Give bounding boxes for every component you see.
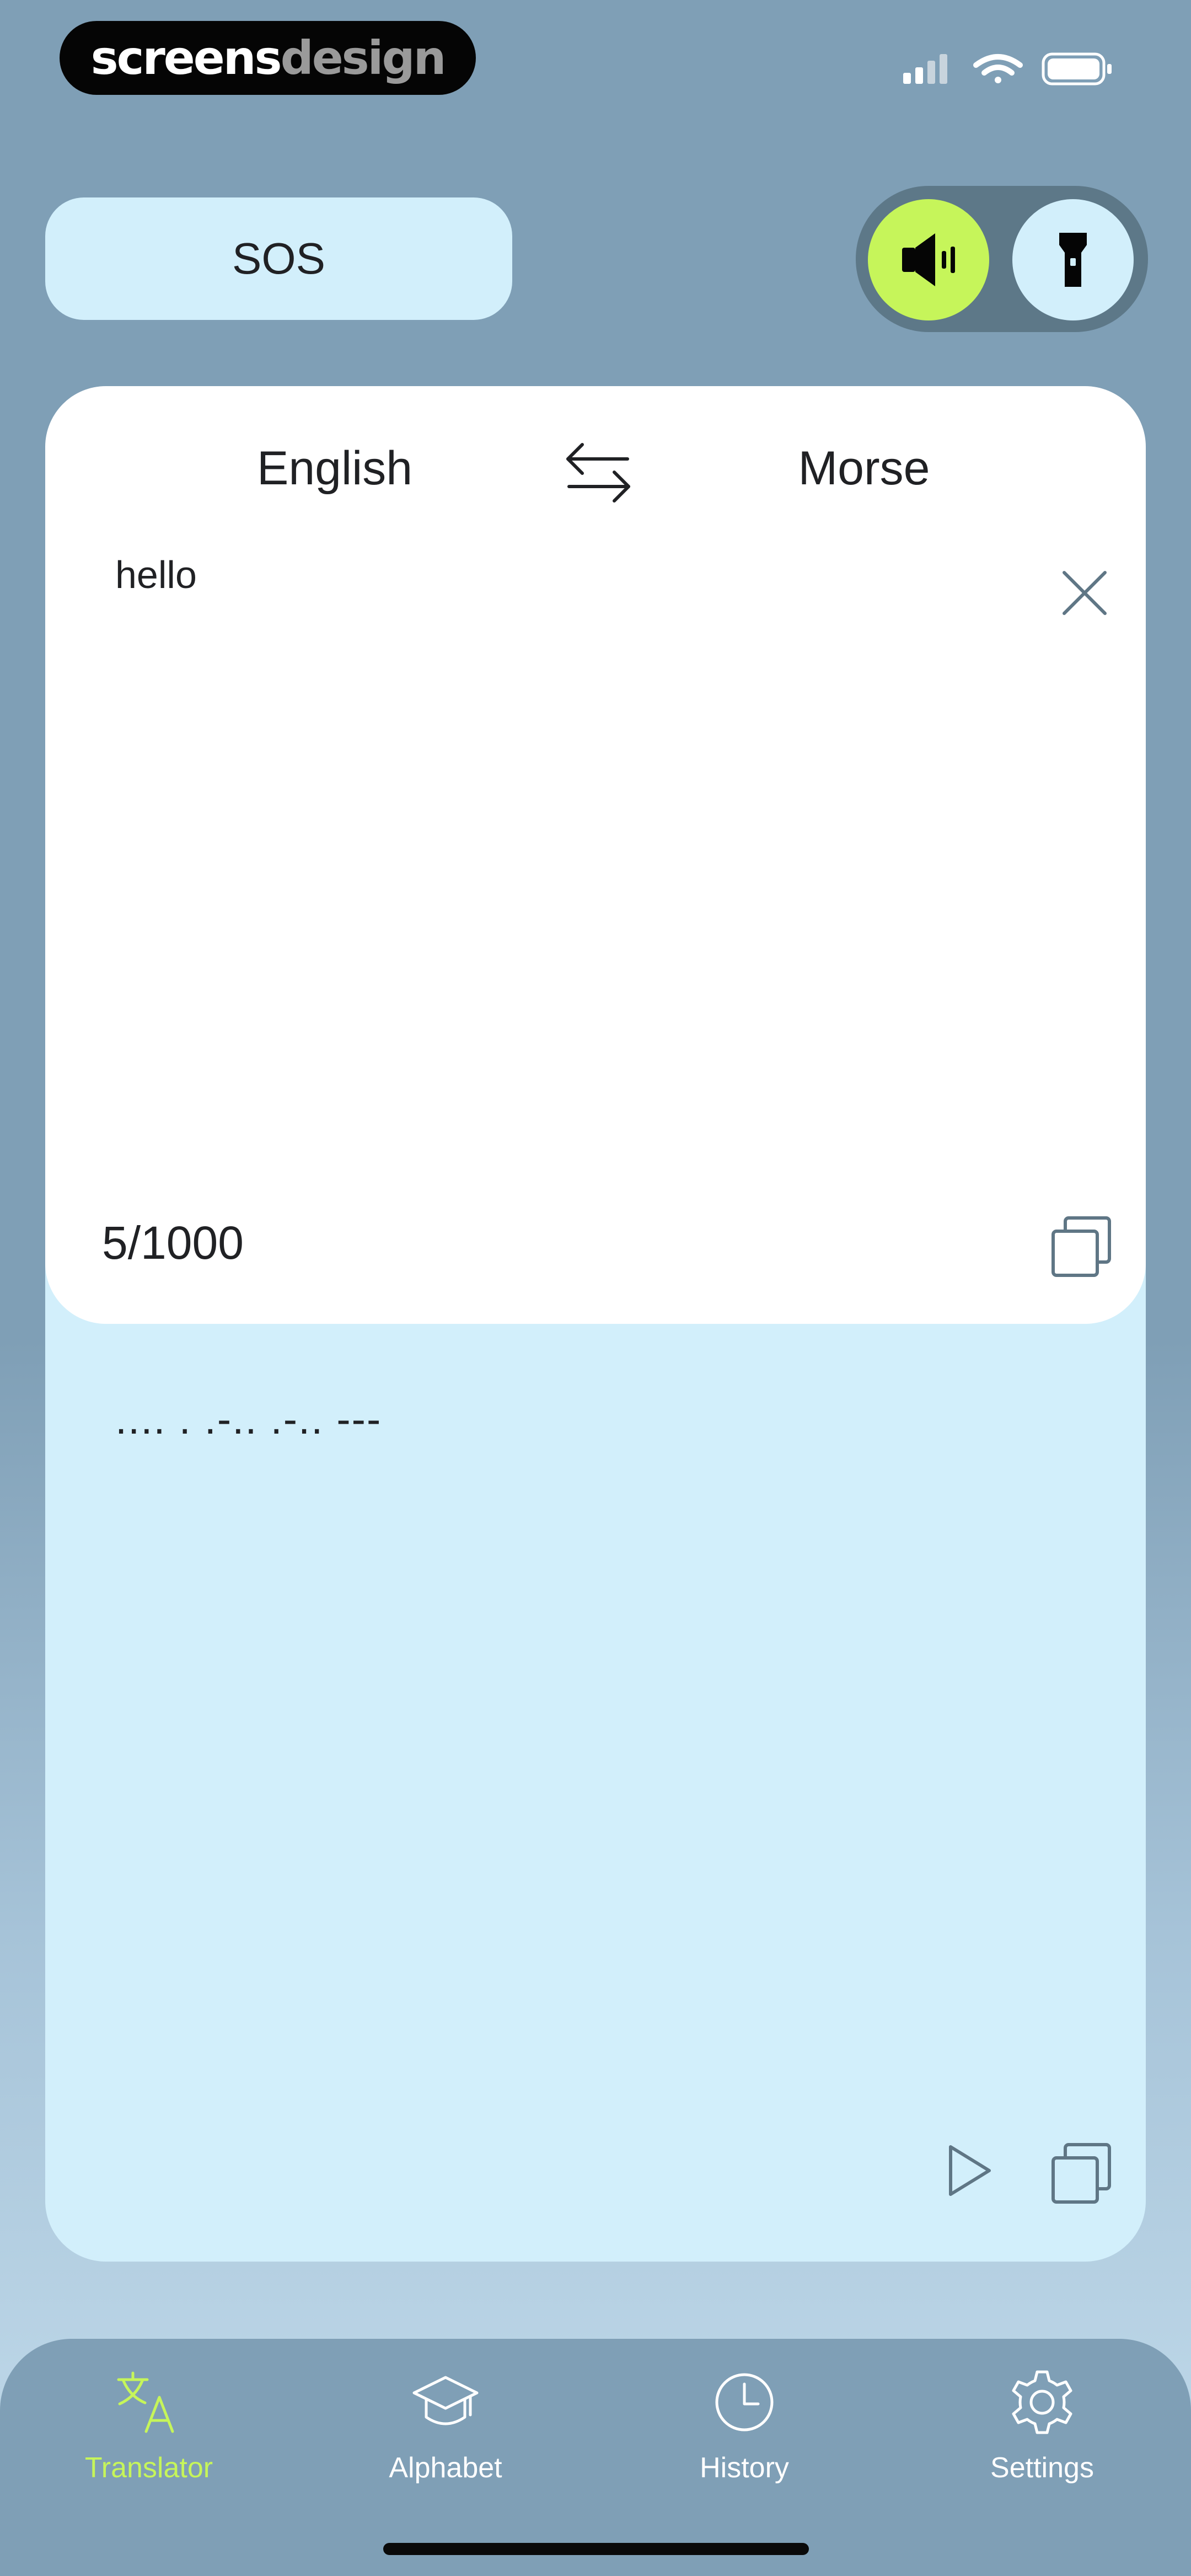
play-icon[interactable] <box>938 2140 999 2201</box>
tab-alphabet[interactable]: Alphabet <box>330 2366 561 2510</box>
graduation-cap-icon <box>412 2376 479 2425</box>
source-language-button[interactable]: English <box>211 441 459 496</box>
input-card: English Morse hello 5/1000 <box>45 386 1146 1324</box>
translate-icon <box>117 2371 174 2433</box>
tab-bar: Translator Alphabet History Settings <box>0 2339 1191 2576</box>
copy-output-icon[interactable] <box>1049 2140 1115 2206</box>
status-icons <box>903 52 1112 85</box>
tab-label: History <box>700 2452 789 2484</box>
input-text-field[interactable]: hello <box>115 553 197 597</box>
morse-output-panel: .... . .-.. .-.. --- <box>45 1230 1146 2262</box>
tab-label: Alphabet <box>389 2452 502 2484</box>
close-icon[interactable] <box>1060 568 1109 618</box>
gear-icon <box>1012 2370 1072 2434</box>
sos-button[interactable]: SOS <box>45 197 512 320</box>
tab-history[interactable]: History <box>629 2366 860 2510</box>
signal-mode-toggle <box>856 186 1148 332</box>
sound-mode-button[interactable] <box>868 199 989 320</box>
character-counter: 5/1000 <box>102 1217 244 1269</box>
copy-input-icon[interactable] <box>1049 1214 1115 1280</box>
brand-text-primary: screens <box>90 31 282 85</box>
signal-icon <box>903 54 947 84</box>
swap-languages-icon[interactable] <box>562 436 634 507</box>
wifi-icon <box>973 54 1023 83</box>
brand-text-secondary: design <box>280 31 447 85</box>
flashlight-icon <box>1059 233 1087 287</box>
tab-translator[interactable]: Translator <box>33 2366 265 2510</box>
home-indicator[interactable] <box>383 2543 809 2555</box>
clock-icon <box>715 2373 774 2431</box>
morse-output-text[interactable]: .... . .-.. .-.. --- <box>115 1396 382 1444</box>
speaker-icon <box>902 233 955 286</box>
tab-label: Settings <box>990 2452 1094 2484</box>
tab-settings[interactable]: Settings <box>926 2366 1158 2510</box>
flashlight-mode-button[interactable] <box>1012 199 1134 320</box>
battery-icon <box>1042 52 1112 85</box>
brand-badge: screens design <box>60 21 476 95</box>
tab-label: Translator <box>84 2452 213 2484</box>
target-language-button[interactable]: Morse <box>740 441 988 496</box>
